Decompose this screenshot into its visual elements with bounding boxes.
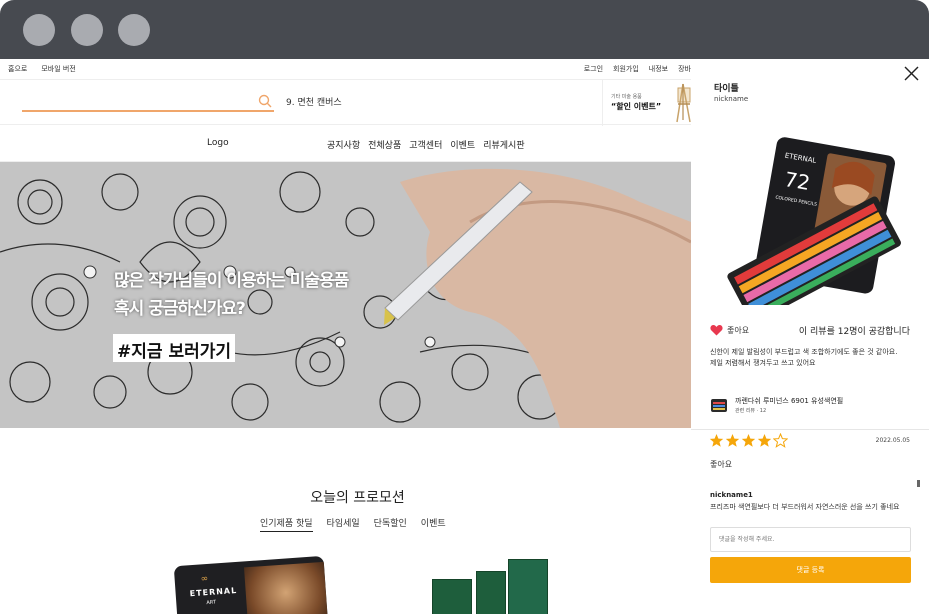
product-brand-sub: ART <box>206 599 217 607</box>
comment-submit-button[interactable]: 댓글 등록 <box>710 557 911 583</box>
nav-item-notice[interactable]: 공지사항 <box>327 138 360 151</box>
star-rating <box>709 433 788 448</box>
star-filled-icon <box>741 434 756 447</box>
rating-text: 좋아요 <box>710 460 733 469</box>
pencil-tin-middle <box>476 571 506 614</box>
comment-input[interactable] <box>710 527 911 552</box>
panel-scrollbar[interactable] <box>917 480 920 487</box>
promo-product-faber-castell[interactable] <box>432 559 548 614</box>
hero-coloring-illustration <box>0 162 691 428</box>
comment-body: 프리즈마 색연필보다 더 부드러워서 자연스러운 선을 쓰기 좋네요 <box>710 503 900 511</box>
promo-caption: 기타 미술 용품 <box>611 94 642 100</box>
top-utility-bar: 홈으로 모바일 버전 로그인 회원가입 내정보 장바 <box>0 59 691 79</box>
box-number: 72 <box>783 167 812 195</box>
tab-time-sale[interactable]: 타임세일 <box>327 516 360 532</box>
my-info-link[interactable]: 내정보 <box>649 64 668 74</box>
tab-hot-deal[interactable]: 인기제품 핫딜 <box>260 516 313 532</box>
main-nav-row: Logo 공지사항 전체상품 고객센터 이벤트 리뷰게시판 <box>0 125 691 162</box>
comment-author: nickname1 <box>710 491 753 499</box>
nav-item-event[interactable]: 이벤트 <box>450 138 475 151</box>
heart-icon[interactable] <box>710 324 723 336</box>
infinity-logo-icon: ∞ <box>200 573 209 585</box>
review-title: 타이틀 <box>714 84 739 94</box>
nav-item-review-board[interactable]: 리뷰게시판 <box>483 138 524 151</box>
review-body: 신한이 제일 발림성이 부드럽고 색 조합하기에도 좋은 것 같아요. 제일 저… <box>710 348 898 367</box>
pencil-tin-left <box>432 579 472 614</box>
side-promo-banner[interactable]: 기타 미술 용품 “할인 이벤트” <box>602 80 691 126</box>
search-input[interactable] <box>22 90 274 112</box>
nav-item-all-products[interactable]: 전체상품 <box>368 138 401 151</box>
window-maximize-dot[interactable] <box>118 14 150 46</box>
like-row: 좋아요 이 리뷰를 12명이 공감합니다 <box>710 323 910 337</box>
like-label[interactable]: 좋아요 <box>727 325 749 336</box>
star-filled-icon <box>725 434 740 447</box>
nav-item-customer-center[interactable]: 고객센터 <box>409 138 442 151</box>
product-brand: ETERNAL <box>189 585 238 599</box>
mobile-version-link[interactable]: 모바일 버전 <box>41 64 75 74</box>
product-thumbnail <box>711 399 727 412</box>
hero-headline-1: 많은 작가님들이 이용하는 미술용품 <box>114 271 349 291</box>
promotion-section-title: 오늘의 프로모션 <box>310 490 405 506</box>
window-minimize-dot[interactable] <box>71 14 103 46</box>
browser-window: 홈으로 모바일 버전 로그인 회원가입 내정보 장바 9. 면천 캔버스 기타 … <box>0 0 929 614</box>
pencil-tin-right <box>508 559 548 614</box>
signup-link[interactable]: 회원가입 <box>613 64 639 74</box>
shop-page: 홈으로 모바일 버전 로그인 회원가입 내정보 장바 9. 면천 캔버스 기타 … <box>0 59 691 614</box>
promo-headline: “할인 이벤트” <box>611 102 662 111</box>
promo-product-eternal[interactable]: ∞ ETERNAL ART <box>173 555 329 614</box>
review-product-image: 72 ETERNAL COLORED PENCILS <box>727 137 901 305</box>
main-nav: 공지사항 전체상품 고객센터 이벤트 리뷰게시판 <box>327 138 525 151</box>
tab-exclusive-discount[interactable]: 단독할인 <box>374 516 407 532</box>
easel-icon <box>676 83 691 123</box>
tab-event[interactable]: 이벤트 <box>421 516 446 532</box>
search-icon[interactable] <box>258 94 272 108</box>
related-product[interactable]: 까렌다쉬 루미넌스 6901 유성색연필 관련 리뷰 · 12 <box>710 395 910 415</box>
login-link[interactable]: 로그인 <box>584 64 603 74</box>
product-review-count: 관련 리뷰 · 12 <box>735 408 767 414</box>
review-date: 2022.05.05 <box>875 437 910 444</box>
cart-link[interactable]: 장바 <box>678 64 691 74</box>
window-close-dot[interactable] <box>23 14 55 46</box>
hero-banner[interactable]: 많은 작가님들이 이용하는 미술용품 혹시 궁금하신가요? #지금 보러가기 <box>0 162 691 428</box>
star-empty-icon <box>773 433 788 448</box>
like-count-text: 이 리뷰를 12명이 공감합니다 <box>798 327 910 337</box>
product-portrait-image <box>243 561 329 614</box>
review-detail-panel: 타이틀 nickname 72 ETERNAL COLORED PENCILS <box>691 59 929 614</box>
star-filled-icon <box>709 434 724 447</box>
close-icon[interactable] <box>904 66 919 81</box>
home-link[interactable]: 홈으로 <box>8 64 27 74</box>
site-logo[interactable]: Logo <box>207 138 229 148</box>
hero-cta-button[interactable]: #지금 보러가기 <box>113 334 236 362</box>
window-titlebar <box>0 0 929 59</box>
product-name: 까렌다쉬 루미넌스 6901 유성색연필 <box>735 397 844 405</box>
search-row: 9. 면천 캔버스 기타 미술 용품 “할인 이벤트” <box>0 79 691 126</box>
review-author: nickname <box>714 95 749 103</box>
hero-headline-2: 혹시 궁금하신가요? <box>114 299 246 319</box>
promotion-tabs: 인기제품 핫딜 타임세일 단독할인 이벤트 <box>260 516 446 532</box>
popular-keyword[interactable]: 9. 면천 캔버스 <box>286 95 342 108</box>
panel-divider <box>691 429 929 430</box>
star-filled-icon <box>757 434 772 447</box>
